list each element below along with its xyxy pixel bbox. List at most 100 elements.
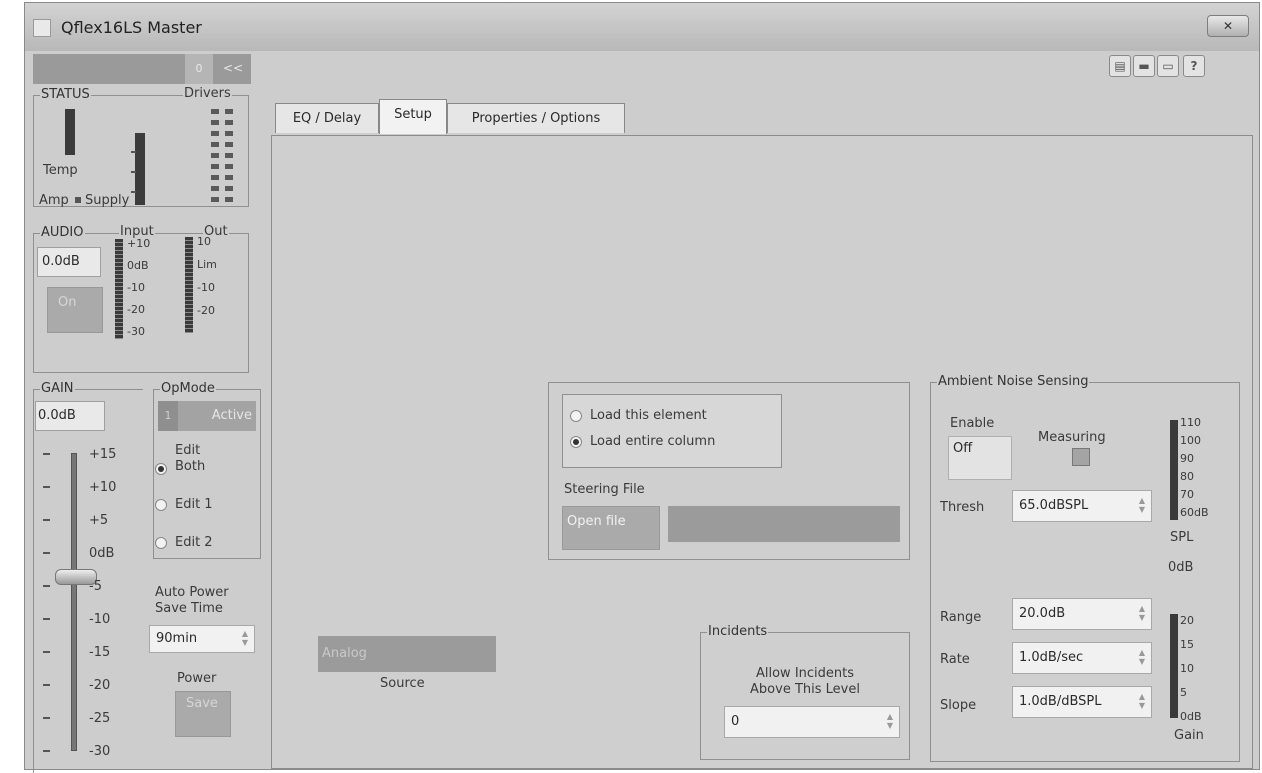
spin-arrows-icon[interactable]: ▲ ▼ [1136, 604, 1148, 622]
scale-label: 0dB [127, 259, 149, 272]
supply-label: Supply [85, 193, 130, 208]
load-element-radio[interactable] [570, 410, 582, 422]
save-icon[interactable]: ▤ [1109, 55, 1131, 77]
scale-tick [43, 519, 50, 521]
device-id: 0 [185, 54, 213, 84]
autopower-label: Auto Power Save Time [155, 585, 229, 617]
scale-tick [43, 750, 50, 752]
incidents-level-input[interactable]: 0 ▲ ▼ [724, 706, 900, 738]
slope-value: 1.0dB/dBSPL [1019, 694, 1102, 709]
view-icon[interactable]: ▭ [1157, 55, 1179, 77]
load-options-box [562, 394, 782, 468]
incidents-desc-line2: Above This Level [750, 682, 860, 697]
edit2-radio[interactable] [155, 537, 167, 549]
spin-arrows-icon[interactable]: ▲ ▼ [1136, 692, 1148, 710]
incidents-level-value: 0 [731, 714, 740, 729]
gain-scale-label: 5 [1180, 686, 1187, 699]
slope-input[interactable]: 1.0dB/dBSPL ▲ ▼ [1012, 686, 1152, 718]
spin-arrows-icon[interactable]: ▲ ▼ [884, 712, 896, 730]
driver-segment [211, 120, 219, 125]
range-input[interactable]: 20.0dB ▲ ▼ [1012, 598, 1152, 630]
ans-gain-label: Gain [1174, 728, 1204, 743]
thresh-input[interactable]: 65.0dBSPL ▲ ▼ [1012, 490, 1152, 522]
scale-label: -30 [89, 744, 111, 759]
audio-legend: AUDIO [41, 225, 84, 240]
source-select[interactable]: Analog [318, 636, 496, 672]
scale-label: 0dB [89, 546, 115, 561]
gain-value[interactable]: 0.0dB [35, 401, 105, 431]
ans-legend: Ambient Noise Sensing [938, 374, 1089, 389]
incidents-desc-line1: Allow Incidents [755, 666, 855, 681]
device-name-bar[interactable]: 0 << [33, 54, 251, 84]
opmode-id: 1 [158, 401, 178, 431]
autopower-line2: Save Time [155, 601, 223, 616]
gain-scale-label: 20 [1180, 614, 1194, 627]
thresh-label: Thresh [940, 500, 985, 515]
disk-icon[interactable]: ▬ [1133, 55, 1155, 77]
incidents-desc: Allow Incidents Above This Level [700, 666, 910, 698]
driver-segment [225, 197, 233, 202]
supply-tick [131, 171, 136, 173]
audio-level-value[interactable]: 0.0dB [37, 247, 101, 277]
spin-arrows-icon[interactable]: ▲ ▼ [1136, 496, 1148, 514]
incidents-legend: Incidents [708, 624, 768, 639]
open-file-button[interactable]: Open file [562, 506, 660, 550]
measuring-indicator [1072, 448, 1090, 466]
close-button[interactable]: ✕ [1207, 15, 1249, 37]
spl-scale-label: 90 [1180, 452, 1194, 465]
scale-label: +5 [89, 513, 109, 528]
scale-label: -10 [127, 281, 145, 294]
help-icon[interactable]: ? [1183, 55, 1205, 77]
scale-tick [43, 585, 50, 587]
rate-label: Rate [940, 652, 970, 667]
enable-toggle[interactable]: Off [948, 436, 1012, 480]
driver-segment [211, 164, 219, 169]
gain-scale-label: 15 [1180, 638, 1194, 651]
edit-both-radio[interactable] [155, 463, 167, 475]
edit1-radio[interactable] [155, 499, 167, 511]
driver-segment [225, 164, 233, 169]
gain-slider-track[interactable] [71, 453, 77, 751]
tab-setup[interactable]: Setup [379, 99, 447, 134]
driver-segment [211, 175, 219, 180]
drivers-label: Drivers [183, 86, 232, 101]
thresh-value: 65.0dBSPL [1019, 498, 1089, 513]
nav-arrows[interactable]: << [223, 54, 243, 82]
gain-reduction-meter [1170, 614, 1178, 718]
spin-arrows-icon[interactable]: ▲ ▼ [239, 629, 251, 647]
scale-label: +15 [89, 447, 117, 462]
autopower-time-value: 90min [156, 631, 198, 646]
autopower-time[interactable]: 90min ▲ ▼ [149, 625, 255, 653]
tab-eq-delay[interactable]: EQ / Delay [275, 103, 379, 133]
output-meter [185, 237, 193, 333]
opmode-label: Active [211, 408, 252, 423]
scale-tick [43, 651, 50, 653]
driver-segment [225, 120, 233, 125]
tab-properties-options[interactable]: Properties / Options [447, 103, 625, 133]
edit-both-line1: Edit [175, 443, 201, 458]
driver-segment [211, 131, 219, 136]
scale-tick [43, 684, 50, 686]
edit2-label: Edit 2 [175, 535, 213, 550]
scale-tick [43, 453, 50, 455]
power-save-button[interactable]: Save [175, 691, 231, 737]
load-element-label: Load this element [590, 408, 707, 423]
temp-meter [65, 109, 75, 155]
scale-label: -15 [89, 645, 111, 660]
driver-segment [225, 109, 233, 114]
spl-label: SPL [1170, 530, 1194, 545]
window-title: Qflex16LS Master [61, 18, 202, 37]
scale-label: -10 [197, 281, 215, 294]
spin-arrows-icon[interactable]: ▲ ▼ [1136, 648, 1148, 666]
audio-on-button[interactable]: On [47, 287, 103, 333]
spl-scale-label: 80 [1180, 470, 1194, 483]
rate-input[interactable]: 1.0dB/sec ▲ ▼ [1012, 642, 1152, 674]
title-bar: Qflex16LS Master ✕ [25, 3, 1259, 51]
driver-segment [211, 142, 219, 147]
load-column-radio[interactable] [570, 436, 582, 448]
spl-scale-label: 60dB [1180, 506, 1209, 519]
driver-segment [225, 175, 233, 180]
gain-scale-label: 0dB [1180, 710, 1202, 723]
temp-label: Temp [43, 163, 78, 178]
input-meter [115, 239, 123, 339]
